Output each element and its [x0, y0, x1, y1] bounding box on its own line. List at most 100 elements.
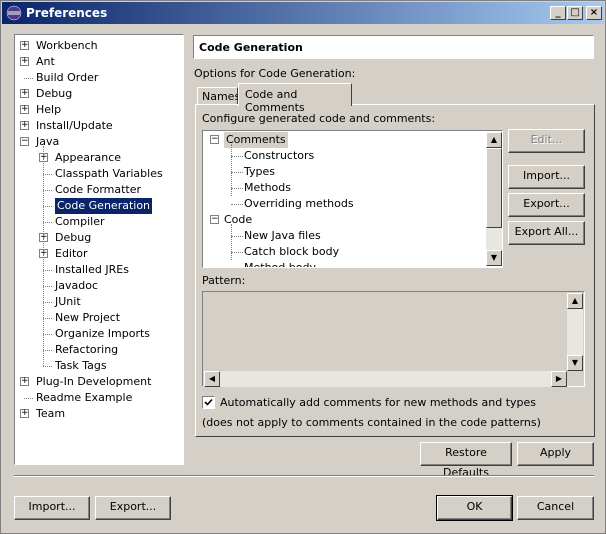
tree-item-label: Appearance: [55, 151, 122, 164]
window-title: Preferences: [26, 6, 108, 20]
tree-item-label: Readme Example: [36, 391, 133, 404]
tree-item-label: Refactoring: [55, 343, 119, 356]
tree-connector: [43, 206, 52, 207]
tree-connector: [43, 190, 52, 191]
template-item-label: Method body: [244, 261, 316, 268]
ok-button[interactable]: OK: [436, 495, 513, 521]
tab-names[interactable]: Names: [197, 87, 241, 105]
template-item-label: Overriding methods: [244, 197, 354, 210]
options-label: Options for Code Generation:: [194, 67, 356, 80]
template-item-label: Methods: [244, 181, 291, 194]
collapse-icon[interactable]: −: [210, 135, 219, 144]
tree-guide-line: [231, 144, 232, 196]
pattern-scroll-down-icon[interactable]: ▼: [567, 355, 583, 371]
preferences-tree[interactable]: + Workbench + Ant Build Order + Debug + Help + Ins…: [14, 34, 184, 465]
template-item-label: Constructors: [244, 149, 315, 162]
page-title: Code Generation: [199, 41, 303, 54]
comments-note: (does not apply to comments contained in…: [202, 416, 541, 429]
tree-item-label: Build Order: [36, 71, 99, 84]
tree-item-label: Java: [36, 135, 60, 148]
scroll-down-icon[interactable]: ▼: [486, 250, 502, 266]
tree-item-label: Plug-In Development: [36, 375, 152, 388]
scroll-thumb[interactable]: [486, 148, 502, 228]
close-button[interactable]: ×: [586, 6, 602, 20]
tree-connector: [231, 236, 243, 237]
import-preferences-label: Import...: [28, 500, 76, 513]
preferences-window: Preferences _ □ × + Workbench + Ant Build Or…: [0, 0, 606, 534]
template-item-label: Comments: [224, 132, 288, 148]
tab-names-label: Names: [202, 90, 241, 103]
expand-icon[interactable]: +: [20, 89, 29, 98]
export-templates-button[interactable]: Export...: [508, 193, 585, 217]
auto-comments-checkbox[interactable]: [202, 396, 215, 409]
tab-code-and-comments[interactable]: Code and Comments: [238, 83, 352, 114]
tree-item-label: Organize Imports: [55, 327, 151, 340]
expand-icon[interactable]: +: [20, 377, 29, 386]
tree-connector: [231, 204, 243, 205]
tree-connector: [43, 270, 52, 271]
expand-icon[interactable]: +: [20, 41, 29, 50]
tree-item-label: Team: [36, 407, 66, 420]
template-item-label: New Java files: [244, 229, 321, 242]
template-item-label: Catch block body: [244, 245, 340, 258]
import-templates-label: Import...: [523, 169, 570, 182]
collapse-icon[interactable]: −: [210, 215, 219, 224]
tree-item-label: Code Formatter: [55, 183, 142, 196]
templates-tree[interactable]: − Comments Constructors Types Methods Overrid…: [202, 130, 503, 268]
footer-separator: [14, 475, 594, 477]
edit-button[interactable]: Edit...: [508, 129, 585, 153]
pattern-hscrollbar[interactable]: [204, 371, 567, 387]
tree-item-label: Help: [36, 103, 62, 116]
tree-item-label: Workbench: [36, 39, 98, 52]
tree-connector: [231, 252, 243, 253]
tree-item-label: Debug: [36, 87, 73, 100]
cancel-button[interactable]: Cancel: [517, 496, 594, 520]
maximize-button[interactable]: □: [567, 6, 583, 20]
tree-item-label: Compiler: [55, 215, 105, 228]
tree-guide-line: [43, 146, 44, 366]
auto-comments-label[interactable]: Automatically add comments for new metho…: [220, 396, 536, 409]
cancel-label: Cancel: [536, 500, 575, 513]
tree-connector: [231, 172, 243, 173]
pattern-scroll-left-icon[interactable]: ◀: [204, 371, 220, 387]
export-preferences-button[interactable]: Export...: [95, 496, 171, 520]
tree-item-label: Task Tags: [55, 359, 107, 372]
collapse-icon[interactable]: −: [20, 137, 29, 146]
pattern-scroll-up-icon[interactable]: ▲: [567, 293, 583, 309]
tree-connector: [43, 286, 52, 287]
expand-icon[interactable]: +: [20, 57, 29, 66]
expand-icon[interactable]: +: [20, 409, 29, 418]
pattern-label: Pattern:: [202, 274, 246, 287]
expand-icon[interactable]: +: [20, 105, 29, 114]
tree-connector: [231, 156, 243, 157]
apply-label: Apply: [539, 446, 572, 459]
tree-item-label: Code Generation: [55, 198, 153, 214]
tree-connector: [231, 188, 243, 189]
tree-item-label: Install/Update: [36, 119, 113, 132]
tree-guide-line: [231, 224, 232, 260]
tree-connector: [43, 222, 52, 223]
tree-connector: [43, 318, 52, 319]
tree-connector: [24, 398, 33, 399]
import-preferences-button[interactable]: Import...: [14, 496, 90, 520]
tree-connector: [24, 78, 33, 79]
title-bar[interactable]: Preferences _ □ ×: [2, 2, 604, 24]
export-all-button[interactable]: Export All...: [508, 221, 585, 245]
export-all-label: Export All...: [514, 225, 579, 238]
tree-item-label: New Project: [55, 311, 121, 324]
template-item-label: Code: [224, 213, 253, 226]
tree-connector: [43, 302, 52, 303]
minimize-button[interactable]: _: [550, 6, 566, 20]
tree-item-label: Editor: [55, 247, 88, 260]
edit-button-label: Edit...: [530, 133, 563, 146]
restore-defaults-button[interactable]: Restore Defaults: [420, 442, 512, 479]
import-templates-button[interactable]: Import...: [508, 165, 585, 189]
tree-connector: [43, 174, 52, 175]
scroll-up-icon[interactable]: ▲: [486, 132, 502, 148]
expand-icon[interactable]: +: [20, 121, 29, 130]
pattern-scroll-right-icon[interactable]: ▶: [551, 371, 567, 387]
template-item-label: Types: [244, 165, 275, 178]
tree-item-label: Ant: [36, 55, 55, 68]
apply-button[interactable]: Apply: [517, 442, 594, 466]
ok-label: OK: [466, 500, 483, 513]
